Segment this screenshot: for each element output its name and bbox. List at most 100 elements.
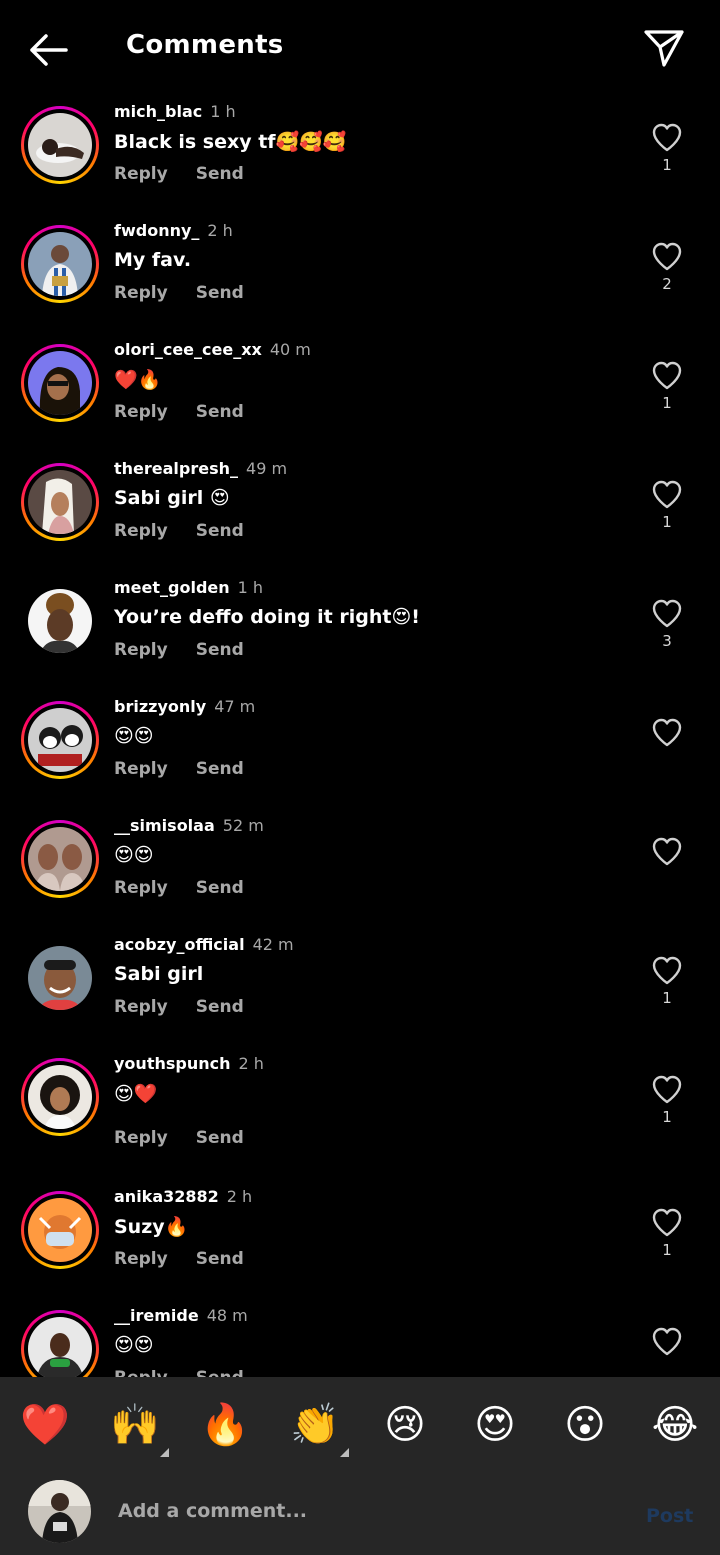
send-button[interactable]: Send — [196, 878, 244, 898]
share-button[interactable] — [640, 26, 688, 70]
comment-input[interactable] — [118, 1493, 598, 1529]
comment-username[interactable]: youthspunch — [114, 1054, 230, 1073]
reply-button[interactable]: Reply — [114, 997, 168, 1017]
comment-actions: Reply Send — [114, 1249, 272, 1269]
send-button[interactable]: Send — [196, 1249, 244, 1269]
emoji-heart-button[interactable]: ❤️ — [17, 1397, 73, 1453]
comment-time: 48 m — [206, 1306, 248, 1325]
comment-time: 2 h — [238, 1054, 264, 1073]
comment-username[interactable]: __simisolaa — [114, 816, 215, 835]
reply-button[interactable]: Reply — [114, 164, 168, 184]
emoji-raising-hands-button[interactable]: 🙌 — [107, 1397, 169, 1457]
comment-username[interactable]: acobzy_official — [114, 935, 245, 954]
commenter-avatar[interactable] — [21, 463, 99, 541]
emoji-glyph: 😂 — [651, 1402, 699, 1448]
comment-text: 😍😍 — [114, 844, 154, 866]
emoji-surprised-face-button[interactable]: 😮 — [557, 1397, 613, 1453]
comment-list[interactable]: mich_blac 1 h Black is sexy tf🥰🥰🥰 Reply Se… — [0, 96, 720, 1377]
send-button[interactable]: Send — [196, 1128, 244, 1148]
comment-username[interactable]: meet_golden — [114, 578, 230, 597]
like-button[interactable] — [651, 598, 683, 628]
reply-button[interactable]: Reply — [114, 283, 168, 303]
back-button[interactable] — [22, 28, 72, 72]
heart-outline-icon — [652, 1327, 682, 1356]
emoji-glyph: 🔥 — [200, 1402, 250, 1448]
comment-username[interactable]: brizzyonly — [114, 697, 206, 716]
commenter-avatar[interactable] — [21, 1310, 99, 1377]
send-button[interactable]: Send — [196, 521, 244, 541]
comment-username[interactable]: olori_cee_cee_xx — [114, 340, 262, 359]
comment-composer: Post — [0, 1471, 720, 1555]
send-button[interactable]: Send — [196, 164, 244, 184]
send-button[interactable]: Send — [196, 1368, 244, 1377]
emoji-glyph: 🙌 — [110, 1402, 160, 1448]
heart-outline-icon — [652, 361, 682, 390]
comment-meta: olori_cee_cee_xx 40 m — [114, 340, 311, 359]
send-button[interactable]: Send — [196, 997, 244, 1017]
comment-row: brizzyonly 47 m 😍😍 Reply Send — [0, 691, 720, 801]
like-count: 1 — [662, 513, 672, 531]
post-button[interactable]: Post — [646, 1505, 693, 1527]
emoji-clapping-hands-button[interactable]: 👏 — [287, 1397, 349, 1457]
comment-actions: Reply Send — [114, 878, 272, 898]
like-button[interactable] — [651, 122, 683, 152]
commenter-avatar[interactable] — [21, 820, 99, 898]
like-count: 1 — [662, 1108, 672, 1126]
comment-username[interactable]: __iremide — [114, 1306, 199, 1325]
comment-meta: anika32882 2 h — [114, 1187, 252, 1206]
reply-button[interactable]: Reply — [114, 1249, 168, 1269]
send-button[interactable]: Send — [196, 640, 244, 660]
comment-row: acobzy_official 42 m Sabi girl Reply Send … — [0, 929, 720, 1039]
comment-actions: Reply Send — [114, 997, 272, 1017]
like-button[interactable] — [651, 1074, 683, 1104]
emoji-crying-face-button[interactable]: 😢 — [377, 1397, 433, 1453]
like-button[interactable] — [651, 1326, 683, 1356]
commenter-avatar[interactable] — [21, 225, 99, 303]
comment-actions: Reply Send — [114, 1368, 272, 1377]
header-bar: Comments — [0, 0, 720, 98]
commenter-avatar[interactable] — [21, 344, 99, 422]
reply-button[interactable]: Reply — [114, 402, 168, 422]
like-button[interactable] — [651, 836, 683, 866]
comment-actions: Reply Send — [114, 402, 272, 422]
comment-text: 😍😍 — [114, 1334, 154, 1356]
comment-row: anika32882 2 h Suzy🔥 Reply Send 1 — [0, 1181, 720, 1291]
comment-username[interactable]: anika32882 — [114, 1187, 219, 1206]
reply-button[interactable]: Reply — [114, 759, 168, 779]
reply-button[interactable]: Reply — [114, 1128, 168, 1148]
reply-button[interactable]: Reply — [114, 640, 168, 660]
like-button[interactable] — [651, 360, 683, 390]
comment-username[interactable]: fwdonny_ — [114, 221, 199, 240]
reply-button[interactable]: Reply — [114, 1368, 168, 1377]
emoji-reaction-bar: ❤️ 🙌 🔥 👏 😢 😍 😮 😂 — [0, 1377, 720, 1471]
send-button[interactable]: Send — [196, 402, 244, 422]
like-button[interactable] — [651, 479, 683, 509]
comment-username[interactable]: mich_blac — [114, 102, 202, 121]
commenter-avatar[interactable] — [21, 1191, 99, 1269]
commenter-avatar[interactable] — [21, 701, 99, 779]
send-button[interactable]: Send — [196, 759, 244, 779]
commenter-avatar[interactable] — [21, 1058, 99, 1136]
emoji-heart-eyes-button[interactable]: 😍 — [467, 1397, 523, 1453]
emoji-fire-button[interactable]: 🔥 — [197, 1397, 253, 1453]
commenter-avatar[interactable] — [21, 939, 99, 1017]
reply-button[interactable]: Reply — [114, 878, 168, 898]
heart-outline-icon — [652, 837, 682, 866]
emoji-tears-of-joy-button[interactable]: 😂 — [647, 1397, 703, 1453]
comment-time: 52 m — [222, 816, 264, 835]
send-button[interactable]: Send — [196, 283, 244, 303]
comment-actions: Reply Send — [114, 759, 272, 779]
emoji-glyph: 😍 — [474, 1402, 516, 1448]
comment-meta: youthspunch 2 h — [114, 1054, 264, 1073]
like-button[interactable] — [651, 717, 683, 747]
like-button[interactable] — [651, 241, 683, 271]
comment-row: __iremide 48 m 😍😍 Reply Send — [0, 1300, 720, 1377]
reply-button[interactable]: Reply — [114, 521, 168, 541]
comment-text: You’re deffo doing it right😍! — [114, 606, 420, 628]
like-button[interactable] — [651, 1207, 683, 1237]
comment-username[interactable]: therealpresh_ — [114, 459, 238, 478]
commenter-avatar[interactable] — [21, 106, 99, 184]
commenter-avatar[interactable] — [21, 582, 99, 660]
like-button[interactable] — [651, 955, 683, 985]
comment-meta: meet_golden 1 h — [114, 578, 263, 597]
